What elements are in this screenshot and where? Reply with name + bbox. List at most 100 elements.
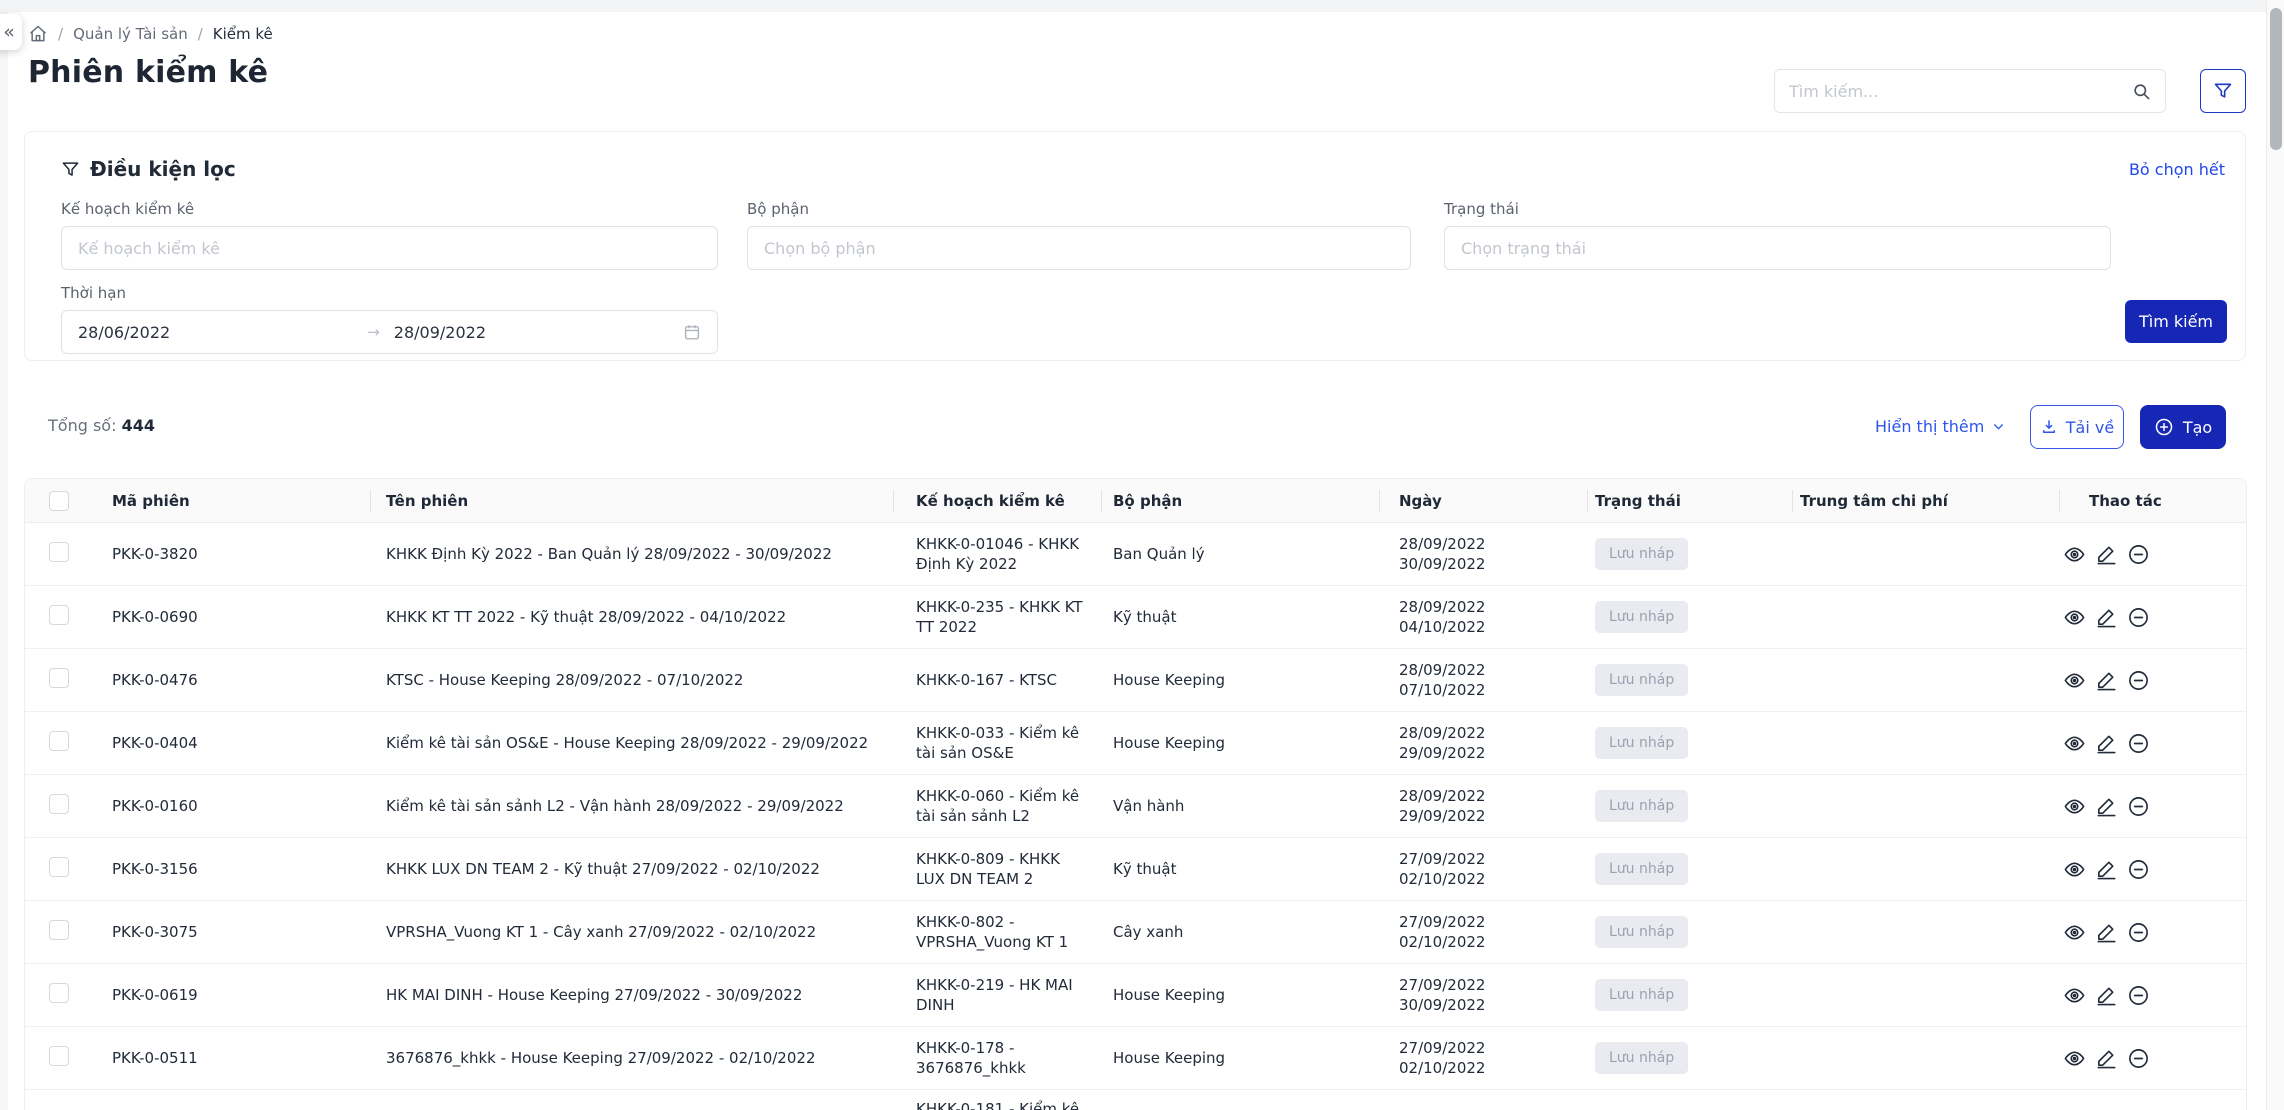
home-icon[interactable] (28, 24, 48, 44)
chevron-down-icon (1992, 420, 2005, 433)
status-badge: Lưu nháp (1595, 1042, 1689, 1074)
breadcrumb-item-kiem-ke[interactable]: Kiểm kê (213, 25, 273, 43)
row-checkbox[interactable] (49, 667, 69, 688)
search-input[interactable] (1789, 81, 2132, 101)
disable-icon[interactable] (2127, 543, 2150, 566)
disable-icon[interactable] (2127, 669, 2150, 692)
plan-cell: KHKK-0-181 - Kiểm kê (916, 1100, 1080, 1110)
plan-filter-input[interactable]: Kế hoạch kiểm kê (61, 226, 718, 270)
edit-icon[interactable] (2095, 984, 2118, 1007)
total-count-value: 444 (121, 416, 155, 435)
session-name-cell: KTSC - House Keeping 28/09/2022 - 07/10/… (386, 671, 744, 689)
date-cell: 27/09/2022 02/10/2022 (1399, 913, 1486, 951)
row-checkbox[interactable] (49, 730, 69, 751)
session-code-cell: PKK-0-0511 (112, 1049, 198, 1067)
session-code-cell: PKK-0-0160 (112, 797, 198, 815)
row-checkbox[interactable] (49, 982, 69, 1003)
col-header-trung-tam-chi-phi: Trung tâm chi phí (1792, 479, 2059, 523)
edit-icon[interactable] (2095, 543, 2118, 566)
scrollbar-thumb[interactable] (2270, 8, 2282, 150)
col-header-trang-thai: Trạng thái (1587, 479, 1792, 523)
total-count: Tổng số: 444 (48, 416, 155, 435)
disable-icon[interactable] (2127, 984, 2150, 1007)
view-icon[interactable] (2063, 543, 2086, 566)
plan-cell: KHKK-0-033 - Kiểm kê tài sản OS&E (916, 724, 1080, 762)
plan-cell: KHKK-0-802 - VPRSHA_Vuong KT 1 (916, 913, 1069, 951)
view-icon[interactable] (2063, 732, 2086, 755)
row-checkbox[interactable] (49, 856, 69, 877)
search-icon[interactable] (2132, 82, 2151, 101)
session-name-cell: Kiểm kê tài sản sảnh L2 - Vận hành 28/09… (386, 797, 844, 815)
row-checkbox[interactable] (49, 604, 69, 625)
session-name-cell: KHKK Định Kỳ 2022 - Ban Quản lý 28/09/20… (386, 545, 832, 563)
status-cell: Lưu nháp (1587, 538, 1792, 570)
plan-cell: KHKK-0-01046 - KHKK Định Kỳ 2022 (916, 535, 1080, 573)
edit-icon[interactable] (2095, 606, 2118, 629)
funnel-icon (61, 160, 80, 179)
col-header-ngay: Ngày (1379, 479, 1587, 523)
row-checkbox[interactable] (49, 919, 69, 940)
disable-icon[interactable] (2127, 795, 2150, 818)
department-filter-select[interactable]: Chọn bộ phận (747, 226, 1411, 270)
status-cell: Lưu nháp (1587, 790, 1792, 822)
table-row[interactable]: PKK-0-0619 HK MAI DINH - House Keeping 2… (25, 964, 2246, 1027)
date-to-value[interactable]: 28/09/2022 (394, 323, 683, 342)
disable-icon[interactable] (2127, 921, 2150, 944)
date-from-value[interactable]: 28/06/2022 (78, 323, 367, 342)
show-more-dropdown[interactable]: Hiển thị thêm (1875, 417, 2005, 436)
row-checkbox[interactable] (49, 541, 69, 562)
view-icon[interactable] (2063, 795, 2086, 818)
filter-toggle-button[interactable] (2200, 69, 2246, 113)
table-row[interactable]: PKK-0-0404 Kiểm kê tài sản OS&E - House … (25, 712, 2246, 775)
edit-icon[interactable] (2095, 921, 2118, 944)
plan-cell: KHKK-0-060 - Kiểm kê tài sản sảnh L2 (916, 787, 1080, 825)
disable-icon[interactable] (2127, 606, 2150, 629)
col-header-ten-phien: Tên phiên (370, 479, 893, 523)
download-button[interactable]: Tải về (2030, 405, 2124, 449)
breadcrumb-item-quan-ly-tai-san[interactable]: Quản lý Tài sản (73, 25, 188, 43)
view-icon[interactable] (2063, 1047, 2086, 1070)
status-cell: Lưu nháp (1587, 601, 1792, 633)
vertical-scrollbar[interactable] (2266, 0, 2284, 1110)
table-row[interactable]: PKK-0-3820 KHKK Định Kỳ 2022 - Ban Quản … (25, 523, 2246, 586)
actions-cell (2059, 669, 2246, 692)
view-icon[interactable] (2063, 921, 2086, 944)
create-button[interactable]: Tạo (2140, 405, 2226, 449)
status-cell: Lưu nháp (1587, 979, 1792, 1011)
calendar-icon (683, 323, 701, 341)
department-cell: House Keeping (1113, 671, 1226, 689)
table-row[interactable]: PKK-0-0511 3676876_khkk - House Keeping … (25, 1027, 2246, 1090)
session-name-cell: VPRSHA_Vuong KT 1 - Cây xanh 27/09/2022 … (386, 923, 817, 941)
view-icon[interactable] (2063, 858, 2086, 881)
table-row[interactable]: PKK-0-0160 Kiểm kê tài sản sảnh L2 - Vận… (25, 775, 2246, 838)
row-checkbox[interactable] (49, 793, 69, 814)
select-all-checkbox[interactable] (49, 491, 69, 511)
disable-icon[interactable] (2127, 732, 2150, 755)
session-code-cell: PKK-0-0404 (112, 734, 198, 752)
edit-icon[interactable] (2095, 1047, 2118, 1070)
edit-icon[interactable] (2095, 732, 2118, 755)
disable-icon[interactable] (2127, 1047, 2150, 1070)
table-row[interactable]: PKK-0-3075 VPRSHA_Vuong KT 1 - Cây xanh … (25, 901, 2246, 964)
edit-icon[interactable] (2095, 669, 2118, 692)
row-checkbox[interactable] (49, 1045, 69, 1066)
double-chevron-left-icon: « (3, 21, 15, 43)
actions-cell (2059, 921, 2246, 944)
status-filter-select[interactable]: Chọn trạng thái (1444, 226, 2111, 270)
view-icon[interactable] (2063, 984, 2086, 1007)
view-icon[interactable] (2063, 669, 2086, 692)
filter-search-button[interactable]: Tìm kiếm (2125, 300, 2227, 343)
col-header-thao-tac: Thao tác (2059, 479, 2246, 523)
edit-icon[interactable] (2095, 795, 2118, 818)
table-row[interactable]: PKK-0-0476 KTSC - House Keeping 28/09/20… (25, 649, 2246, 712)
sidebar-collapse-button[interactable]: « (0, 14, 22, 50)
session-code-cell: PKK-0-0476 (112, 671, 198, 689)
session-code-cell: PKK-0-3156 (112, 860, 198, 878)
clear-all-link[interactable]: Bỏ chọn hết (2129, 160, 2225, 179)
edit-icon[interactable] (2095, 858, 2118, 881)
table-row[interactable]: PKK-0-0690 KHKK KT TT 2022 - Kỹ thuật 28… (25, 586, 2246, 649)
disable-icon[interactable] (2127, 858, 2150, 881)
date-range-picker[interactable]: 28/06/2022 → 28/09/2022 (61, 310, 718, 354)
table-row[interactable]: PKK-0-3156 KHKK LUX DN TEAM 2 - Kỹ thuật… (25, 838, 2246, 901)
view-icon[interactable] (2063, 606, 2086, 629)
